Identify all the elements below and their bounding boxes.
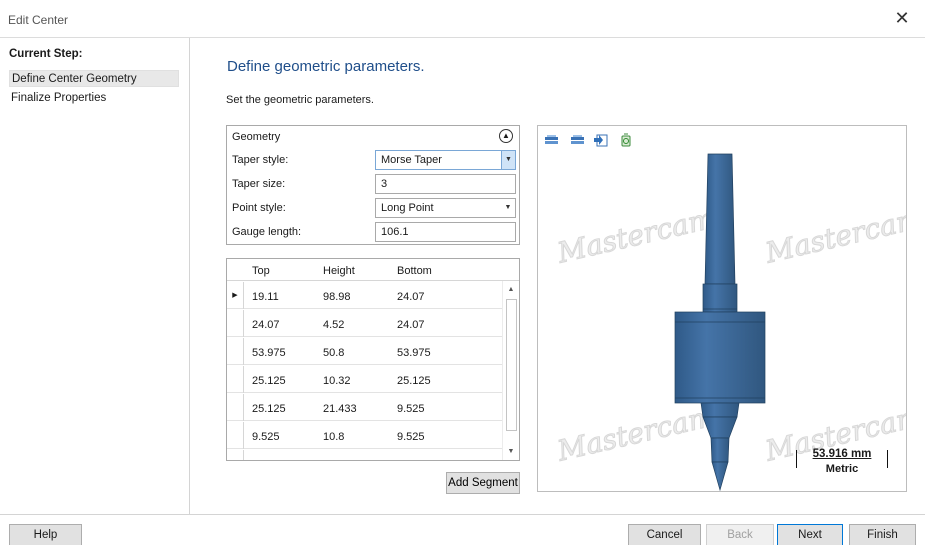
cell-bottom[interactable]: 25.125 bbox=[397, 375, 431, 387]
window-title: Edit Center bbox=[8, 13, 69, 27]
table-row[interactable]: 53.975 50.8 53.975 bbox=[227, 338, 503, 365]
taper-style-row: Taper style: Morse Taper ▼ bbox=[232, 150, 516, 170]
table-row[interactable]: 9.525 10.8 9.525 bbox=[227, 422, 503, 449]
chevron-down-icon[interactable]: ▼ bbox=[501, 199, 515, 217]
sidebar-item-define-center-geometry[interactable]: Define Center Geometry bbox=[9, 70, 179, 87]
close-icon[interactable]: ✕ bbox=[891, 8, 913, 30]
point-style-row: Point style: Long Point ▼ bbox=[232, 198, 516, 218]
row-selector[interactable] bbox=[227, 394, 244, 421]
column-header-bottom[interactable]: Bottom bbox=[397, 265, 432, 277]
table-row[interactable]: 25.125 21.433 9.525 bbox=[227, 394, 503, 421]
next-button[interactable]: Next bbox=[777, 524, 843, 545]
taper-size-value: 3 bbox=[381, 178, 388, 190]
taper-size-row: Taper size: 3 bbox=[232, 174, 516, 194]
geometry-panel: Geometry ▲ Taper style: Morse Taper ▼ Ta… bbox=[226, 125, 520, 245]
gauge-length-value: 106.1 bbox=[381, 226, 409, 238]
cell-bottom[interactable]: 9.525 bbox=[397, 431, 425, 443]
collapse-icon[interactable]: ▲ bbox=[499, 129, 513, 143]
column-header-height[interactable]: Height bbox=[323, 265, 355, 277]
scrollbar-thumb[interactable] bbox=[506, 299, 517, 431]
taper-style-dropdown[interactable]: Morse Taper ▼ bbox=[375, 150, 516, 170]
column-header-top[interactable]: Top bbox=[252, 265, 270, 277]
cell-height[interactable]: 50.8 bbox=[323, 347, 344, 359]
finish-button[interactable]: Finish bbox=[849, 524, 916, 545]
back-button[interactable]: Back bbox=[706, 524, 774, 545]
segments-grid[interactable]: Top Height Bottom ▶ 19.11 98.98 24.07 24… bbox=[226, 258, 520, 461]
grid-header: Top Height Bottom bbox=[227, 259, 519, 281]
title-bar: Edit Center ✕ bbox=[0, 0, 925, 38]
scroll-down-icon[interactable]: ▼ bbox=[503, 445, 519, 459]
cell-height[interactable]: 10.32 bbox=[323, 375, 351, 387]
preview-viewer[interactable]: Mastercam. Mastercam. Mastercam. Masterc… bbox=[537, 125, 907, 492]
table-row[interactable]: ▶ 19.11 98.98 24.07 bbox=[227, 282, 503, 309]
current-step-heading: Current Step: bbox=[9, 48, 83, 60]
cell-bottom[interactable]: 9.525 bbox=[397, 403, 425, 415]
sidebar-item-finalize-properties[interactable]: Finalize Properties bbox=[9, 90, 179, 107]
scale-indicator: 53.916 mm Metric bbox=[796, 448, 888, 478]
steps-sidebar: Current Step: Define Center Geometry Fin… bbox=[0, 38, 190, 514]
chevron-down-icon[interactable]: ▼ bbox=[501, 151, 515, 169]
cell-bottom[interactable]: 24.07 bbox=[397, 319, 425, 331]
page-subtitle: Set the geometric parameters. bbox=[226, 94, 374, 106]
scroll-up-icon[interactable]: ▲ bbox=[503, 283, 519, 297]
table-row[interactable]: 25.125 10.32 25.125 bbox=[227, 366, 503, 393]
cell-top[interactable]: 9.525 bbox=[252, 431, 280, 443]
cell-height[interactable]: 10.8 bbox=[323, 431, 344, 443]
cell-top[interactable]: 19.11 bbox=[252, 291, 279, 303]
cell-bottom[interactable]: 24.07 bbox=[397, 291, 425, 303]
row-selector[interactable] bbox=[227, 310, 244, 337]
table-row-partial[interactable] bbox=[227, 450, 503, 460]
taper-size-input[interactable]: 3 bbox=[375, 174, 516, 194]
cell-height[interactable]: 21.433 bbox=[323, 403, 357, 415]
row-selector[interactable] bbox=[227, 450, 244, 460]
cell-top[interactable]: 25.125 bbox=[252, 375, 286, 387]
taper-style-label: Taper style: bbox=[232, 154, 289, 166]
row-selector[interactable] bbox=[227, 422, 244, 449]
current-row-indicator-icon[interactable]: ▶ bbox=[227, 282, 244, 309]
geometry-panel-title: Geometry bbox=[232, 131, 281, 143]
gauge-length-input[interactable]: 106.1 bbox=[375, 222, 516, 242]
cell-bottom[interactable]: 53.975 bbox=[397, 347, 431, 359]
cell-top[interactable]: 24.07 bbox=[252, 319, 280, 331]
cell-top[interactable]: 25.125 bbox=[252, 403, 286, 415]
gauge-length-label: Gauge length: bbox=[232, 226, 302, 238]
cell-height[interactable]: 4.52 bbox=[323, 319, 344, 331]
point-style-dropdown[interactable]: Long Point ▼ bbox=[375, 198, 516, 218]
page-title: Define geometric parameters. bbox=[227, 58, 425, 75]
table-row[interactable]: 24.07 4.52 24.07 bbox=[227, 310, 503, 337]
point-style-value: Long Point bbox=[381, 202, 434, 214]
scale-unit: Metric bbox=[825, 463, 859, 475]
scale-value: 53.916 mm bbox=[812, 448, 872, 460]
cell-height[interactable]: 98.98 bbox=[323, 291, 351, 303]
grid-scrollbar[interactable]: ▲ ▼ bbox=[502, 281, 519, 460]
help-button[interactable]: Help bbox=[9, 524, 82, 545]
center-model bbox=[674, 153, 766, 491]
taper-size-label: Taper size: bbox=[232, 178, 286, 190]
add-segment-button[interactable]: Add Segment bbox=[446, 472, 520, 494]
point-style-label: Point style: bbox=[232, 202, 286, 214]
cancel-button[interactable]: Cancel bbox=[628, 524, 701, 545]
row-selector[interactable] bbox=[227, 366, 244, 393]
cell-top[interactable]: 53.975 bbox=[252, 347, 286, 359]
taper-style-value: Morse Taper bbox=[381, 154, 442, 166]
dialog-footer: Help Cancel Back Next Finish bbox=[0, 514, 925, 545]
main-content: Define geometric parameters. Set the geo… bbox=[191, 38, 925, 514]
gauge-length-row: Gauge length: 106.1 bbox=[232, 222, 516, 242]
row-selector[interactable] bbox=[227, 338, 244, 365]
